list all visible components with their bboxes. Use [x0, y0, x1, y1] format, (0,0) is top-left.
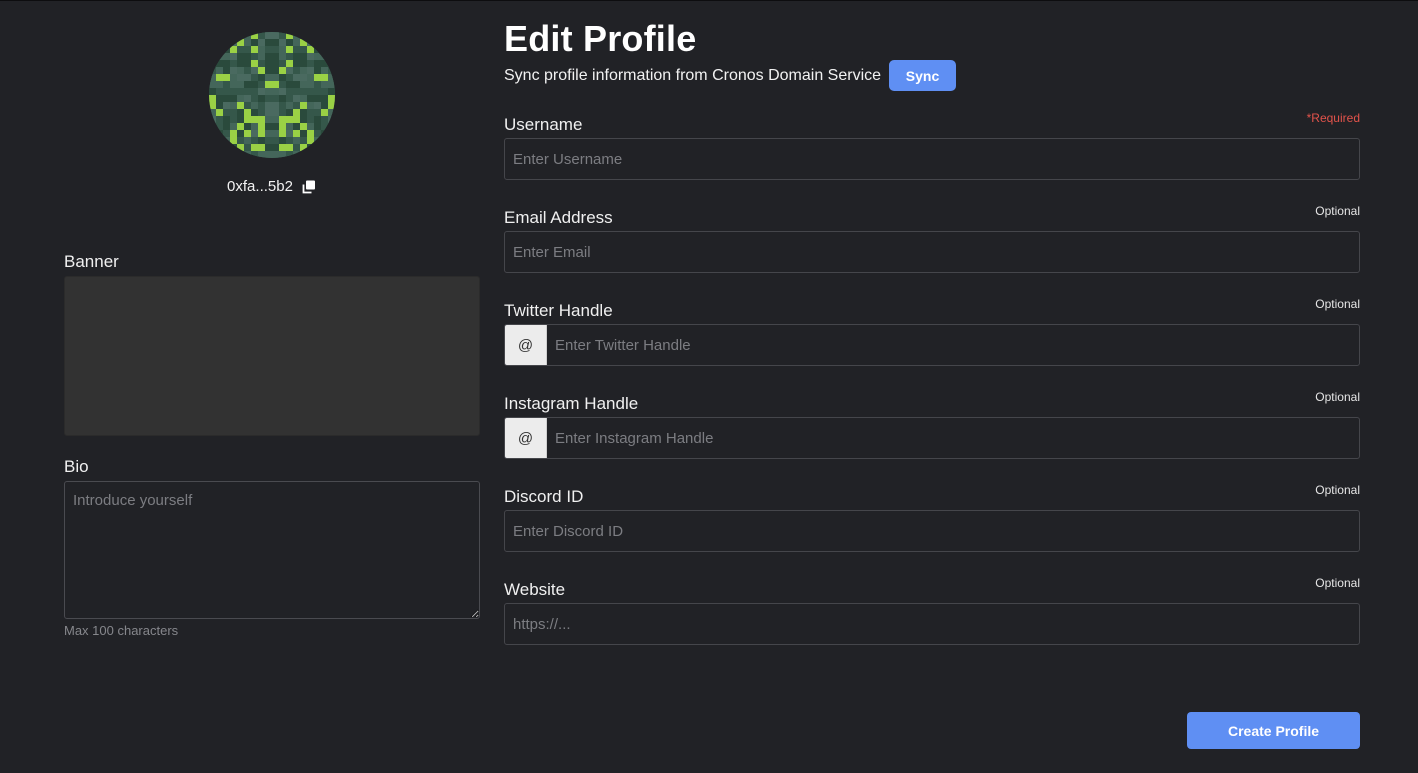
website-input-box: [504, 603, 1360, 645]
at-prefix: @: [505, 418, 547, 458]
optional-tag: Optional: [1315, 576, 1360, 590]
bio-textarea[interactable]: [64, 481, 480, 619]
avatar[interactable]: [209, 32, 335, 158]
instagram-label: Instagram Handle: [504, 394, 639, 413]
twitter-input-box: @: [504, 324, 1360, 366]
optional-tag: Optional: [1315, 297, 1360, 311]
copy-icon[interactable]: [301, 179, 317, 195]
website-label: Website: [504, 580, 566, 599]
bio-char-limit-hint: Max 100 characters: [64, 623, 179, 638]
optional-tag: Optional: [1315, 204, 1360, 218]
instagram-input[interactable]: [547, 418, 1359, 458]
twitter-input[interactable]: [547, 325, 1359, 365]
sync-button[interactable]: Sync: [889, 60, 957, 91]
page-title: Edit Profile: [504, 18, 697, 59]
username-input-box: [504, 138, 1360, 180]
identicon-avatar-icon: [209, 32, 335, 158]
discord-input-box: [504, 510, 1360, 552]
instagram-input-box: @: [504, 417, 1360, 459]
at-prefix: @: [505, 325, 547, 365]
email-input-box: [504, 231, 1360, 273]
website-input[interactable]: [505, 604, 1359, 644]
twitter-label: Twitter Handle: [504, 301, 613, 320]
required-tag: *Required: [1306, 111, 1360, 125]
bio-label: Bio: [64, 457, 89, 476]
sync-row: Sync profile information from Cronos Dom…: [504, 60, 957, 91]
email-input[interactable]: [505, 232, 1359, 272]
wallet-address-row: 0xfa...5b2: [64, 178, 480, 195]
optional-tag: Optional: [1315, 483, 1360, 497]
discord-label: Discord ID: [504, 487, 584, 506]
discord-input[interactable]: [505, 511, 1359, 551]
banner-upload-area[interactable]: [64, 276, 480, 436]
sync-description: Sync profile information from Cronos Dom…: [504, 66, 882, 84]
wallet-address: 0xfa...5b2: [227, 178, 293, 195]
email-label: Email Address: [504, 208, 613, 227]
username-input[interactable]: [505, 139, 1359, 179]
create-profile-button[interactable]: Create Profile: [1187, 712, 1360, 749]
optional-tag: Optional: [1315, 390, 1360, 404]
banner-label: Banner: [64, 252, 119, 271]
username-label: Username: [504, 115, 583, 134]
